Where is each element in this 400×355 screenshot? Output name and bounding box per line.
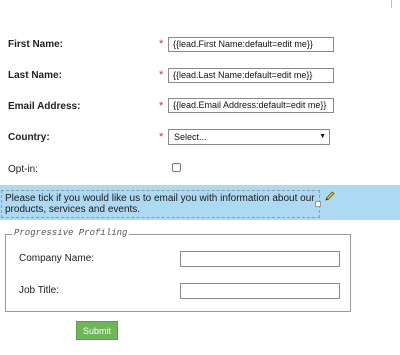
company-name-field[interactable] bbox=[180, 251, 340, 267]
company-name-label: Company Name: bbox=[19, 253, 95, 264]
pencil-icon[interactable] bbox=[324, 190, 336, 202]
banner-text: Please tick if you would like us to emai… bbox=[5, 193, 315, 215]
country-select-value: Select... bbox=[174, 132, 207, 142]
chevron-down-icon: ▼ bbox=[319, 133, 326, 140]
optin-label: Opt-in: bbox=[8, 164, 39, 175]
resize-handle[interactable] bbox=[315, 201, 321, 207]
first-name-required-mark: * bbox=[159, 38, 164, 50]
country-required-mark: * bbox=[159, 131, 164, 143]
email-label: Email Address: bbox=[8, 101, 81, 112]
email-field[interactable]: {{lead.Email Address:default=edit me}} bbox=[168, 98, 334, 113]
corner-guide-line bbox=[391, 0, 392, 8]
email-required-mark: * bbox=[159, 100, 164, 112]
country-label: Country: bbox=[8, 132, 50, 143]
first-name-field[interactable]: {{lead.First Name:default=edit me}} bbox=[168, 37, 334, 52]
optin-checkbox[interactable] bbox=[172, 163, 181, 172]
submit-button[interactable]: Submit bbox=[76, 321, 118, 340]
progressive-profiling-fieldset bbox=[5, 234, 351, 312]
job-title-label: Job Title: bbox=[19, 285, 60, 296]
last-name-label: Last Name: bbox=[8, 70, 62, 81]
last-name-required-mark: * bbox=[159, 69, 164, 81]
country-select[interactable]: Select... ▼ bbox=[168, 129, 330, 145]
job-title-field[interactable] bbox=[180, 283, 340, 299]
progressive-profiling-legend: Progressive Profiling bbox=[12, 228, 130, 238]
first-name-label: First Name: bbox=[8, 39, 64, 50]
last-name-field[interactable]: {{lead.Last Name:default=edit me}} bbox=[168, 68, 334, 83]
